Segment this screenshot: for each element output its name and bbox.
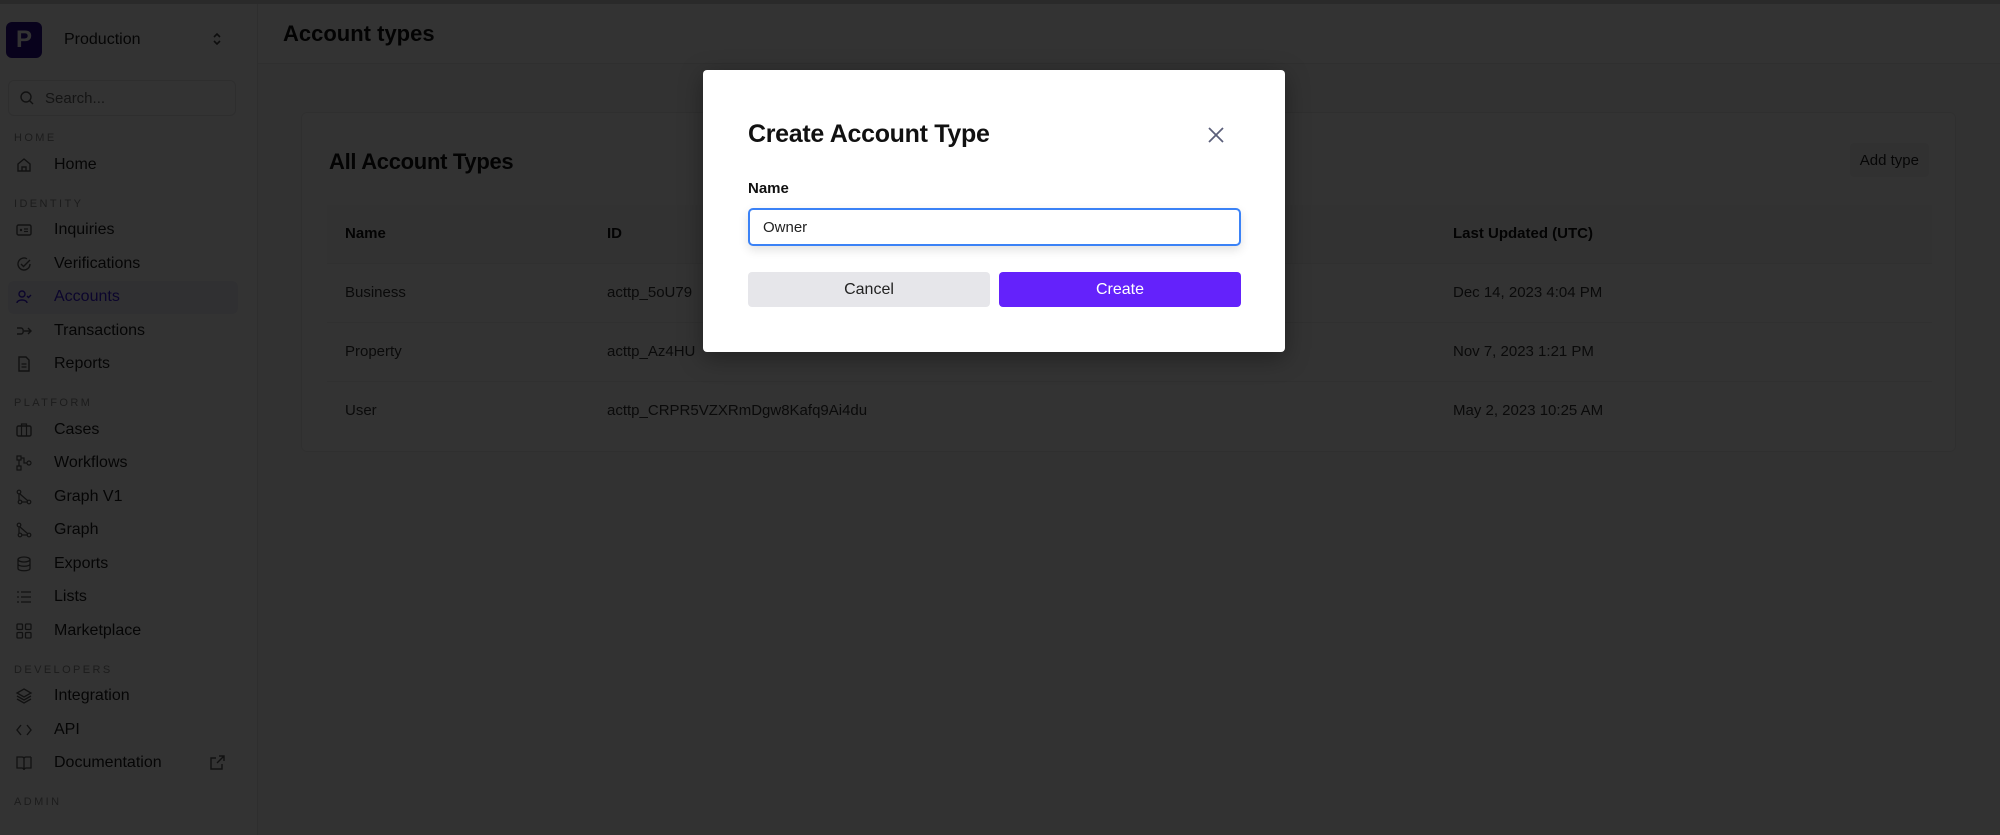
create-button[interactable]: Create — [999, 272, 1241, 307]
modal-title: Create Account Type — [748, 120, 990, 148]
close-icon[interactable] — [1205, 124, 1227, 146]
name-input[interactable] — [748, 208, 1241, 246]
create-account-type-modal: Create Account Type Name Cancel Create — [703, 70, 1285, 352]
name-field-label: Name — [748, 180, 789, 197]
cancel-button[interactable]: Cancel — [748, 272, 990, 307]
